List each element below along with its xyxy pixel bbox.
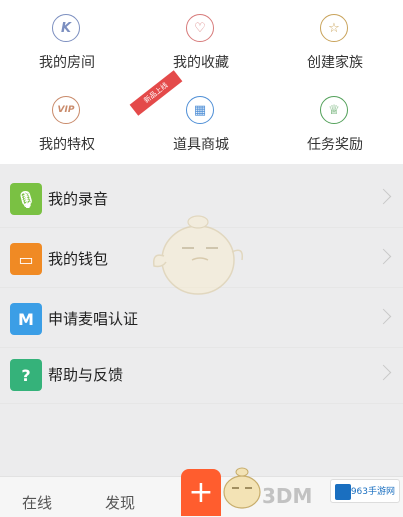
grid-item-label: 我的收藏 xyxy=(173,55,229,71)
grid-item-my-privileges[interactable]: VIP 我的特权 xyxy=(0,96,134,156)
mascot-watermark xyxy=(152,215,244,295)
grid-item-my-favorites[interactable]: ♡ 我的收藏 xyxy=(134,14,268,74)
grid-item-create-family[interactable]: ☆ 创建家族 xyxy=(268,14,402,74)
chevron-right-icon xyxy=(375,188,392,205)
room-icon: K xyxy=(52,14,80,42)
trophy-icon: ♕ xyxy=(320,96,348,124)
grid-item-label: 我的特权 xyxy=(39,137,95,153)
microphone-icon: 🎙 xyxy=(10,183,42,215)
brand-watermark: 3DM xyxy=(262,484,313,508)
wallet-icon: ▭ xyxy=(10,243,42,275)
chevron-right-icon xyxy=(375,308,392,325)
menu-item-help-feedback[interactable]: ? 帮助与反馈 xyxy=(0,346,403,404)
grid-item-my-room[interactable]: K 我的房间 xyxy=(0,14,134,74)
heart-icon: ♡ xyxy=(186,14,214,42)
family-icon: ☆ xyxy=(320,14,348,42)
menu-item-label: 申请麦唱认证 xyxy=(48,310,139,328)
certify-icon: M xyxy=(10,303,42,335)
grid-item-label: 我的房间 xyxy=(39,55,95,71)
tab-online[interactable]: 在线 xyxy=(22,492,52,513)
feature-grid: K 我的房间 ♡ 我的收藏 ☆ 创建家族 VIP 我的特权 ▦ 道具商城 ♕ 任… xyxy=(0,0,403,164)
grid-item-item-shop[interactable]: ▦ 道具商城 xyxy=(134,96,268,156)
mascot-icon xyxy=(223,467,261,509)
tab-discover[interactable]: 发现 xyxy=(105,492,135,513)
site-watermark-label: 963手游网 xyxy=(350,487,395,497)
chevron-right-icon xyxy=(375,248,392,265)
chevron-right-icon xyxy=(375,364,392,381)
grid-item-label: 创建家族 xyxy=(307,55,363,71)
site-watermark: 963手游网 xyxy=(330,479,400,503)
add-button[interactable]: + xyxy=(181,469,221,516)
menu-item-label: 我的钱包 xyxy=(48,250,109,268)
help-icon: ? xyxy=(10,359,42,391)
vip-icon: VIP xyxy=(52,96,80,124)
menu-item-label: 帮助与反馈 xyxy=(48,366,124,384)
menu-item-label: 我的录音 xyxy=(48,190,109,208)
site-logo-icon xyxy=(335,484,351,500)
grid-item-label: 任务奖励 xyxy=(307,137,363,153)
grid-item-label: 道具商城 xyxy=(173,137,229,153)
shop-icon: ▦ xyxy=(186,96,214,124)
grid-item-task-rewards[interactable]: ♕ 任务奖励 xyxy=(268,96,402,156)
